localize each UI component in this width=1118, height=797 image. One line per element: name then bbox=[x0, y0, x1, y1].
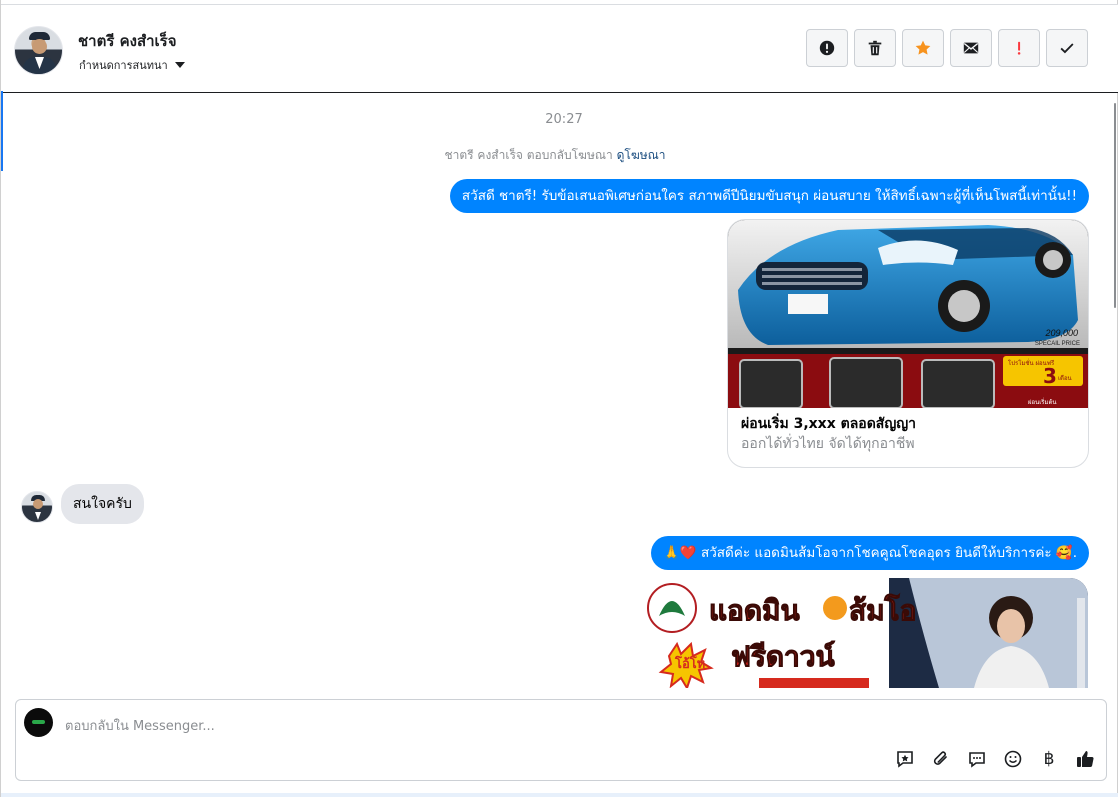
message-thread: 20:27 ชาตรี คงสำเร็จ ตอบกลับโฆษณา ดูโฆษณ… bbox=[1, 93, 1118, 698]
emoji-icon[interactable] bbox=[1002, 748, 1024, 770]
ad-card[interactable]: 209,000 SPECAIL PRICE โปรโมชั่น ผ่อนฟรี … bbox=[727, 219, 1089, 468]
outgoing-message[interactable]: สวัสดี ชาตรี! รับข้อเสนอพิเศษก่อนใคร สภา… bbox=[449, 179, 1089, 213]
spam-alert-button[interactable] bbox=[806, 29, 848, 67]
ad-reply-notice: ชาตรี คงสำเร็จ ตอบกลับโฆษณา ดูโฆษณา bbox=[1, 146, 1109, 165]
exclamation-icon bbox=[1017, 41, 1021, 55]
star-icon bbox=[915, 40, 931, 55]
promo-tag: โอ้โห bbox=[674, 655, 705, 672]
alert-circle-icon bbox=[819, 40, 835, 56]
install-label-text: ผ่อนเริ่มต้น bbox=[1028, 398, 1056, 406]
assign-label: กำหนดการสนทนา bbox=[79, 59, 168, 72]
ad-card-title: ผ่อนเริ่ม 3,xxx ตลอดสัญญา bbox=[741, 416, 917, 432]
thumbs-up-icon[interactable] bbox=[1074, 748, 1096, 770]
price-text: 209,000 bbox=[1044, 328, 1078, 338]
baht-icon[interactable]: ฿ bbox=[1038, 748, 1060, 770]
promo-banner-image: แอดมิน ส้มโอ โอ้โห ฟรีดาวน์ bbox=[639, 578, 1088, 688]
trash-icon bbox=[868, 40, 882, 56]
promo-headline-1: แอดมิน bbox=[709, 594, 800, 627]
inbox-panel: ชาตรี คงสำเร็จ กำหนดการสนทนา 20:27 ชาตรี… bbox=[0, 0, 1118, 797]
caret-down-icon bbox=[174, 62, 185, 68]
car-photo-image: 209,000 SPECAIL PRICE โปรโมชั่น ผ่อนฟรี … bbox=[728, 220, 1088, 408]
star-button[interactable] bbox=[902, 29, 944, 67]
ad-card-subtitle: ออกได้ทั่วไทย จัดได้ทุกอาชีพ bbox=[741, 436, 915, 452]
price-caption-text: SPECAIL PRICE bbox=[1035, 341, 1080, 347]
bottom-edge bbox=[1, 793, 1118, 797]
contact-name[interactable]: ชาตรี คงสำเร็จ bbox=[78, 29, 177, 53]
message-timestamp: 20:27 bbox=[545, 112, 583, 127]
conversation-header: ชาตรี คงสำเร็จ กำหนดการสนทนา bbox=[1, 4, 1118, 93]
delete-button[interactable] bbox=[854, 29, 896, 67]
promo-unit-text: เดือน bbox=[1058, 374, 1072, 382]
saved-reply-icon[interactable] bbox=[894, 748, 916, 770]
baht-symbol: ฿ bbox=[1043, 749, 1055, 769]
attachment-icon[interactable] bbox=[930, 748, 952, 770]
envelope-icon bbox=[963, 42, 979, 54]
promo-image[interactable]: แอดมิน ส้มโอ โอ้โห ฟรีดาวน์ bbox=[639, 578, 1088, 688]
conversation-toolbar bbox=[806, 29, 1088, 67]
promo-number-text: 3 bbox=[1043, 364, 1057, 388]
mark-done-button[interactable] bbox=[1046, 29, 1088, 67]
chat-bubble-icon[interactable] bbox=[966, 748, 988, 770]
view-ad-link[interactable]: ดูโฆษณา bbox=[617, 148, 666, 162]
outgoing-message[interactable]: 🙏❤️ สวัสดีค่ะ แอดมินส้มโอจากโชคคูณโชคอุด… bbox=[651, 536, 1089, 570]
scrollbar[interactable] bbox=[1114, 103, 1116, 308]
follow-up-button[interactable] bbox=[998, 29, 1040, 67]
assign-conversation-dropdown[interactable]: กำหนดการสนทนา bbox=[79, 56, 185, 74]
promo-offer: ฟรีดาวน์ bbox=[731, 640, 835, 673]
reply-composer: ตอบกลับใน Messenger... ฿ bbox=[15, 699, 1107, 781]
sender-avatar[interactable] bbox=[21, 491, 53, 523]
incoming-message[interactable]: สนใจครับ bbox=[61, 484, 144, 524]
composer-actions: ฿ bbox=[894, 748, 1096, 770]
reply-input[interactable]: ตอบกลับใน Messenger... bbox=[65, 715, 215, 736]
ad-card-image: 209,000 SPECAIL PRICE โปรโมชั่น ผ่อนฟรี … bbox=[728, 220, 1088, 408]
page-avatar bbox=[24, 708, 53, 737]
mark-unread-button[interactable] bbox=[950, 29, 992, 67]
promo-headline-2: ส้มโอ bbox=[849, 593, 916, 627]
ad-reply-text: ชาตรี คงสำเร็จ ตอบกลับโฆษณา bbox=[444, 148, 613, 162]
check-icon bbox=[1060, 43, 1074, 54]
contact-avatar[interactable] bbox=[14, 26, 63, 75]
